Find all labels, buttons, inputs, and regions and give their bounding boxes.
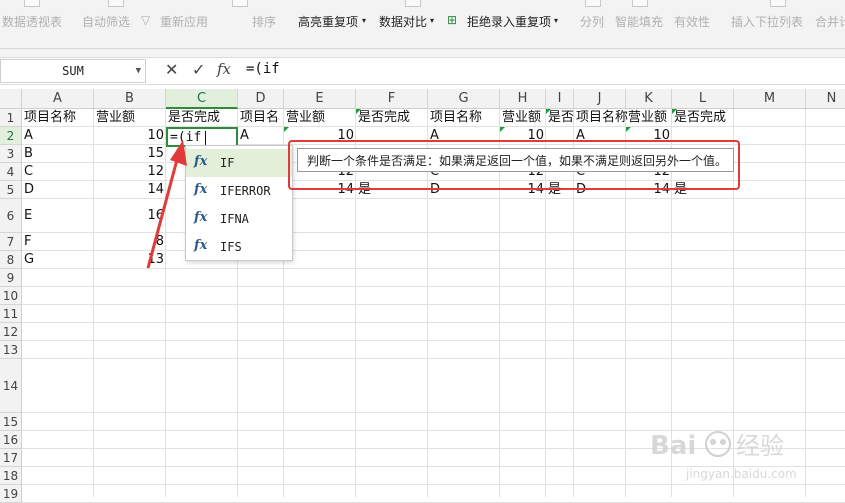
svg-text:Bai: Bai <box>650 431 696 461</box>
svg-text:jingyan.baidu.com: jingyan.baidu.com <box>685 467 797 481</box>
baidu-watermark-icon: Bai 经验 jingyan.baidu.com <box>650 431 797 481</box>
svg-text:经验: 经验 <box>736 432 784 460</box>
